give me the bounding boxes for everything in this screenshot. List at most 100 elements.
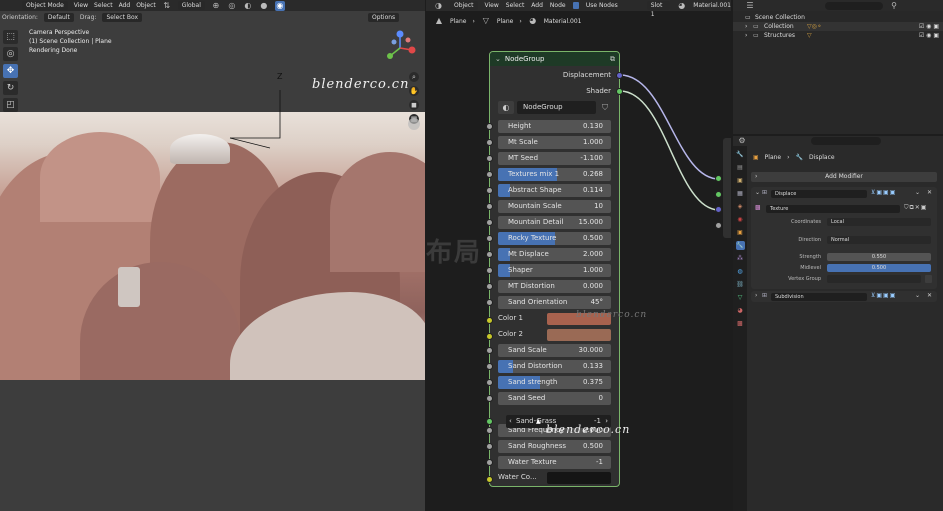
input-socket[interactable] [486, 267, 493, 274]
node-input-mt-displace[interactable]: Mt Displace 2.000 [498, 248, 611, 261]
3d-viewport[interactable]: Object Mode View Select Add Object ⇅ Glo… [0, 0, 425, 511]
node-input-mt-seed[interactable]: MT Seed -1.100 [498, 152, 611, 165]
material-tab-icon[interactable]: ◕ [736, 306, 745, 315]
material-output-node-edge[interactable] [723, 138, 731, 238]
subdivision-menu-icon[interactable]: ⌄ [915, 292, 920, 299]
socket-shader-out[interactable] [616, 88, 623, 95]
node-header[interactable]: ⌄ NodeGroup ⧉ [490, 52, 619, 66]
input-socket[interactable] [486, 395, 493, 402]
input-socket-sand-grass[interactable] [486, 418, 493, 425]
input-socket[interactable] [486, 203, 493, 210]
properties-search-input[interactable] [811, 137, 881, 145]
outliner-search-input[interactable] [825, 1, 883, 10]
collapse-chevron-icon[interactable]: ⌄ [495, 55, 501, 63]
tool-tab-icon[interactable]: 🔧 [736, 150, 745, 159]
vertex-group-field[interactable] [827, 275, 921, 283]
outliner-panel[interactable]: ☰ ⚲ ▭ Scene Collection › ▭ Collection ▽◎… [733, 0, 943, 134]
input-socket[interactable] [486, 363, 493, 370]
output-socket-surface[interactable] [715, 175, 722, 182]
view-layer-tab-icon[interactable]: ▦ [736, 189, 745, 198]
output-socket-thickness[interactable] [715, 222, 722, 229]
expand-icon[interactable]: › [745, 22, 747, 31]
filter-icon[interactable]: ⚲ [889, 1, 899, 11]
subdivision-toggles[interactable]: ⊻▣▣▣ [871, 292, 896, 299]
strength-field[interactable]: 0.550 [827, 253, 931, 261]
input-socket[interactable] [486, 283, 493, 290]
visibility-icons[interactable]: ☑ ◉ ▣ [919, 31, 939, 40]
scene-tab-icon[interactable]: ◈ [736, 202, 745, 211]
node-input-sand-scale[interactable]: Sand Scale 30.000 [498, 344, 611, 357]
expand-icon[interactable]: › [755, 292, 757, 299]
world-tab-icon[interactable]: ◉ [736, 215, 745, 224]
group-name-field[interactable]: NodeGroup [517, 101, 596, 114]
socket-water-color[interactable] [486, 476, 493, 483]
input-socket[interactable] [486, 187, 493, 194]
node-input-sand-strength[interactable]: Sand strength 0.375 [498, 376, 611, 389]
node-input-rocky-texture[interactable]: Rocky Texture 0.500 [498, 232, 611, 245]
input-socket[interactable] [486, 427, 493, 434]
input-socket[interactable] [486, 155, 493, 162]
coordinates-dropdown[interactable]: Local [827, 218, 931, 226]
node-input-mountain-detail[interactable]: Mountain Detail 15.000 [498, 216, 611, 229]
midlevel-field[interactable]: 0.500 [827, 264, 931, 272]
texture-field[interactable]: Texture [766, 205, 900, 213]
modifier-name-field[interactable]: Displace [771, 190, 867, 198]
pan-hand-icon[interactable]: ✋ [409, 86, 419, 96]
visibility-icons[interactable]: ☑ ◉ ▣ [919, 22, 939, 31]
add-modifier-button[interactable]: › Add Modifier [751, 172, 937, 182]
input-socket[interactable] [486, 123, 493, 130]
fake-user-shield-icon[interactable]: ⛉ [599, 101, 611, 114]
outliner-row-scene-collection[interactable]: ▭ Scene Collection [733, 13, 943, 22]
nodegroup-node[interactable]: ⌄ NodeGroup ⧉ Displacement Shader ◐ Node… [486, 51, 623, 487]
node-input-mt-distortion[interactable]: MT Distortion 0.000 [498, 280, 611, 293]
input-socket[interactable] [486, 459, 493, 466]
socket-color-1[interactable] [486, 317, 493, 324]
zoom-icon[interactable]: ⌕ [409, 72, 419, 82]
node-input-abstract-shape[interactable]: Abstract Shape 0.114 [498, 184, 611, 197]
group-type-icon[interactable]: ◐ [498, 101, 514, 114]
outliner-type-icon[interactable]: ☰ [745, 1, 755, 11]
input-socket[interactable] [486, 443, 493, 450]
particles-tab-icon[interactable]: ⁂ [736, 254, 745, 263]
output-tab-icon[interactable]: ▣ [736, 176, 745, 185]
node-input-mt-scale[interactable]: Mt Scale 1.000 [498, 136, 611, 149]
socket-color-2[interactable] [486, 333, 493, 340]
physics-tab-icon[interactable]: ◍ [736, 267, 745, 276]
camera-view-icon[interactable]: ◼ [409, 100, 419, 110]
modifier-menu-icon[interactable]: ⌄ [915, 189, 920, 196]
node-input-sand-seed[interactable]: Sand Seed 0 [498, 392, 611, 405]
subdivision-close-icon[interactable]: ✕ [927, 292, 932, 299]
output-socket-volume[interactable] [715, 191, 722, 198]
modifier-toggles[interactable]: ⊻▣▣▣ [871, 189, 896, 196]
modifier-close-icon[interactable]: ✕ [927, 189, 932, 196]
node-group-icon[interactable]: ⧉ [610, 55, 615, 64]
render-tab-icon[interactable]: ▤ [736, 163, 745, 172]
arrow-left-icon[interactable]: ‹ [509, 415, 512, 428]
modifier-tab-icon[interactable]: 🔧 [735, 241, 745, 250]
input-socket[interactable] [486, 379, 493, 386]
input-socket[interactable] [486, 235, 493, 242]
invert-vertex-group-icon[interactable] [925, 275, 932, 283]
properties-type-icon[interactable]: ⚙ [737, 136, 747, 146]
texture-tab-icon[interactable]: ▩ [736, 319, 745, 328]
input-socket[interactable] [486, 299, 493, 306]
navigation-gizmo[interactable] [382, 30, 418, 66]
collapse-icon[interactable]: ⌄ [755, 189, 760, 196]
direction-dropdown[interactable]: Normal [827, 236, 931, 244]
node-input-sand-orientation[interactable]: Sand Orientation 45° [498, 296, 611, 309]
data-tab-icon[interactable]: ▽ [736, 293, 745, 302]
subdivision-name-field[interactable]: Subdivision [771, 293, 867, 301]
expand-icon[interactable]: › [745, 31, 747, 40]
node-input-height[interactable]: Height 0.130 [498, 120, 611, 133]
object-tab-icon[interactable]: ▣ [736, 228, 745, 237]
water-color-swatch[interactable] [547, 472, 611, 484]
node-input-sand-roughness[interactable]: Sand Roughness 0.500 [498, 440, 611, 453]
constraints-tab-icon[interactable]: ⛓ [736, 280, 745, 289]
input-socket[interactable] [486, 139, 493, 146]
shader-node-editor[interactable]: ◑ Object View Select Add Node Use Nodes … [426, 0, 731, 511]
input-socket[interactable] [486, 347, 493, 354]
outliner-row-collection[interactable]: › ▭ Collection ▽◎⚬ ☑ ◉ ▣ [733, 22, 943, 31]
camera-lock-icon[interactable] [408, 118, 420, 130]
input-socket[interactable] [486, 219, 493, 226]
node-input-water-texture[interactable]: Water Texture -1 [498, 456, 611, 469]
